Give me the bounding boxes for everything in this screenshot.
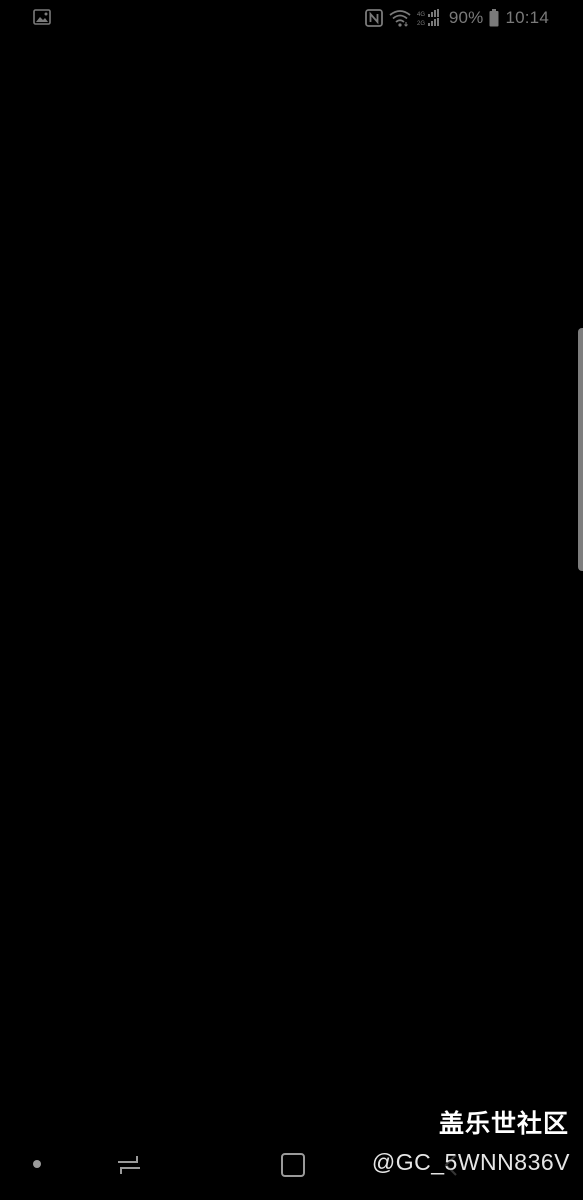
- network-4g-icon: 4G 2G: [417, 9, 443, 27]
- back-icon[interactable]: [440, 1152, 466, 1178]
- screen: 4G 2G 90% 10:14 盖乐世社区 @GC_5WNN836V: [0, 0, 583, 1200]
- wifi-icon: [389, 9, 411, 27]
- edge-panel-handle[interactable]: [578, 328, 583, 571]
- clock: 10:14: [505, 8, 549, 27]
- hide-keyboard-dot-icon[interactable]: [33, 1160, 41, 1168]
- battery-percent: 90%: [448, 8, 484, 27]
- svg-text:4G: 4G: [417, 12, 425, 18]
- status-icons: 4G 2G 90% 10:14: [364, 8, 549, 28]
- image-icon: [33, 9, 51, 25]
- status-bar: 4G 2G 90% 10:14: [0, 0, 583, 38]
- navigation-bar: [0, 1130, 583, 1200]
- battery-icon: [489, 9, 499, 27]
- nfc-icon: [364, 9, 383, 27]
- recent-apps-icon[interactable]: [115, 1152, 143, 1178]
- svg-text:2G: 2G: [417, 21, 425, 27]
- home-icon[interactable]: [280, 1152, 306, 1178]
